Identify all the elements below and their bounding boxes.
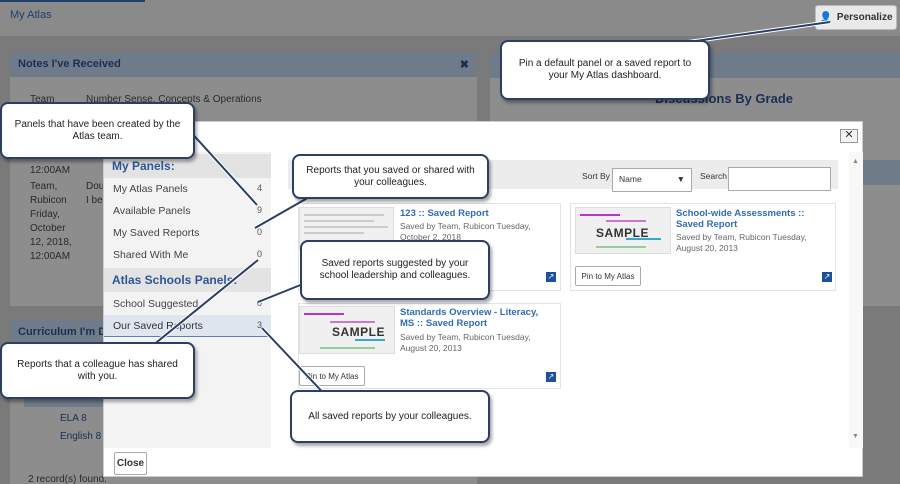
callout-colleague: Reports that a colleague has shared with… (0, 342, 195, 399)
callout-pin: Pin a default panel or a saved report to… (500, 40, 710, 100)
callout-saved-shared: Reports that you saved or shared with yo… (292, 154, 489, 199)
callout-panels: Panels that have been created by the Atl… (0, 102, 195, 159)
callout-all-saved: All saved reports by your colleagues. (290, 390, 490, 443)
callout-suggested: Saved reports suggested by your school l… (300, 240, 490, 300)
